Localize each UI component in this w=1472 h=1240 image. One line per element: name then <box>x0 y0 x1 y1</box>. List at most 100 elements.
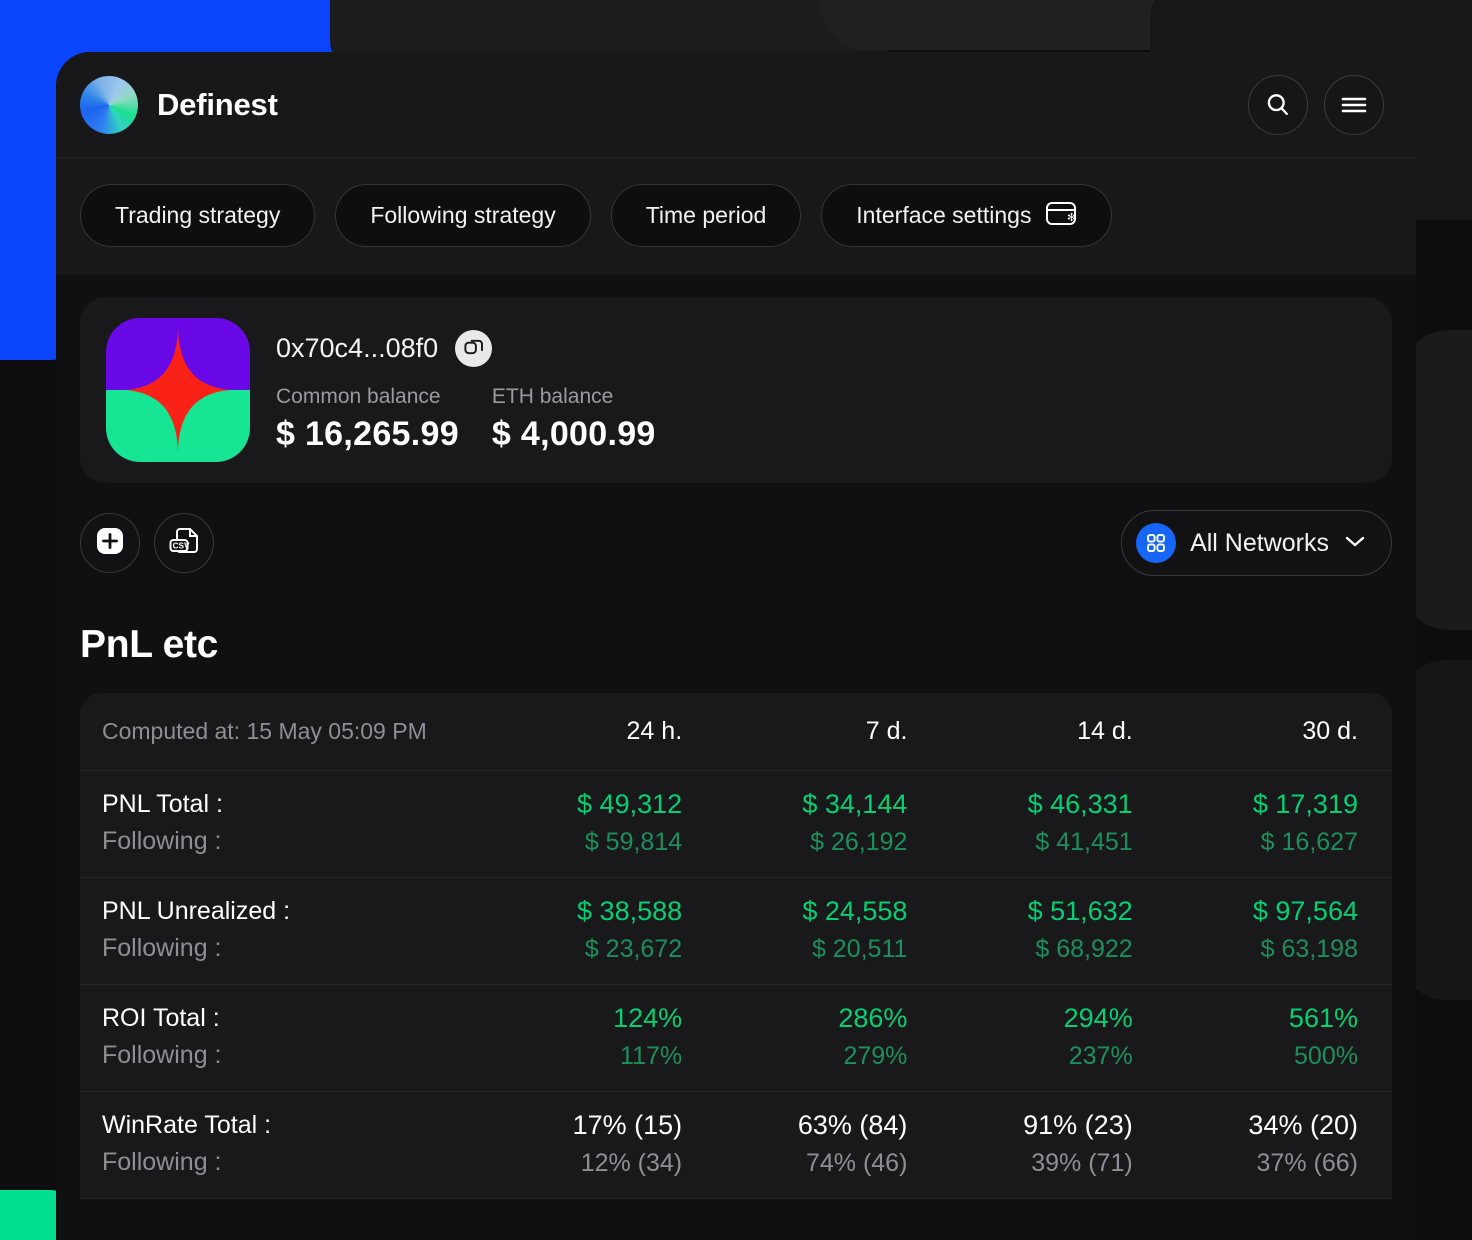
cell-following-value: 37% (66) <box>1256 1149 1358 1177</box>
eth-balance-label: ETH balance <box>491 385 614 408</box>
common-balance-value: $ 16,265.99 <box>276 415 459 453</box>
cell-following-value: $ 59,814 <box>584 828 683 856</box>
cell-total-value: $ 51,632 <box>1027 896 1133 926</box>
cell-following-value: $ 20,511 <box>811 935 908 963</box>
cell-following-value: 279% <box>843 1042 908 1070</box>
svg-text:✻: ✻ <box>1067 212 1076 224</box>
eth-balance-value: $ 4,000.99 <box>491 415 656 453</box>
cell-total-value: 17% (15) <box>572 1110 683 1140</box>
filter-pill-interface-settings[interactable]: Interface settings ✻ <box>821 184 1113 247</box>
cell-total-value: 561% <box>1288 1003 1358 1033</box>
cell-total-value: 294% <box>1063 1003 1133 1033</box>
filter-pill-label: Trading strategy <box>115 202 281 228</box>
computed-at-label: Computed at: 15 May 05:09 PM <box>102 718 427 744</box>
chevron-down-icon <box>1343 533 1367 554</box>
table-row: PNL Unrealized : Following : $ 38,588 $ … <box>80 878 1392 985</box>
cell-total-value: $ 17,319 <box>1252 789 1358 819</box>
wallet-card: 0x70c4...08f0 Common balance $ 16,265.99… <box>80 297 1392 483</box>
networks-dropdown[interactable]: All Networks <box>1121 510 1392 576</box>
screen: Definest Trading strategy Following stra… <box>0 0 1472 1240</box>
brand[interactable]: Definest <box>80 75 278 134</box>
hamburger-menu-icon <box>1340 94 1368 116</box>
definest-gradient-logo-icon <box>80 75 138 134</box>
table-row: WinRate Total : Following : 17% (15) 12%… <box>80 1092 1392 1199</box>
cell-total-value: $ 49,312 <box>577 789 683 819</box>
row-label-group: WinRate Total : Following : <box>102 1111 469 1177</box>
filter-pill-time-period[interactable]: Time period <box>610 184 802 247</box>
row-sub-label: Following : <box>102 827 222 855</box>
cell-following-value: $ 23,672 <box>584 935 683 963</box>
filter-pill-following-strategy[interactable]: Following strategy <box>335 184 591 247</box>
cell-total-value: 286% <box>838 1003 908 1033</box>
menu-button[interactable] <box>1324 74 1384 135</box>
cell-following-value: 500% <box>1294 1042 1358 1070</box>
common-balance-label: Common balance <box>276 385 441 408</box>
column-header-7d: 7 d. <box>865 717 908 745</box>
cell-total-value: 34% (20) <box>1248 1110 1358 1140</box>
row-label-group: PNL Unrealized : Following : <box>102 897 469 963</box>
eth-balance: ETH balance $ 4,000.99 <box>492 385 656 454</box>
column-header-30d: 30 d. <box>1302 717 1358 745</box>
card-star-icon: ✻ <box>1045 200 1077 232</box>
row-label: PNL Unrealized : <box>102 897 291 925</box>
page-title: PnL etc <box>80 623 219 666</box>
cell-following-value: $ 68,922 <box>1035 935 1133 963</box>
cell-following-value: $ 26,192 <box>810 828 908 856</box>
table-cell: 34% (20) 37% (66) <box>1145 1110 1370 1178</box>
cell-total-value: 124% <box>613 1003 683 1033</box>
row-sub-label: Following : <box>102 934 222 962</box>
table-cell: $ 38,588 $ 23,672 <box>469 896 694 964</box>
cell-following-value: 39% (71) <box>1031 1149 1133 1177</box>
filter-pill-label: Time period <box>645 202 767 228</box>
app-header: Definest <box>56 52 1416 158</box>
cell-total-value: $ 97,564 <box>1252 896 1358 926</box>
tools-row: CSV All Networks <box>56 483 1416 579</box>
copy-icon <box>463 336 484 362</box>
row-sub-label: Following : <box>102 1148 222 1176</box>
filter-pill-label: Interface settings <box>856 202 1032 228</box>
cell-following-value: $ 63,198 <box>1260 935 1358 963</box>
table-cell: $ 24,558 $ 20,511 <box>694 896 919 964</box>
column-header-14d: 14 d. <box>1077 717 1133 745</box>
csv-file-icon: CSV <box>167 524 201 563</box>
add-wallet-button[interactable] <box>80 513 140 573</box>
copy-address-button[interactable] <box>455 330 493 367</box>
pnl-table-wrap: Computed at: 15 May 05:09 PM 24 h. 7 d. … <box>56 693 1416 1199</box>
cell-total-value: $ 24,558 <box>802 896 908 926</box>
cell-following-value: $ 16,627 <box>1260 828 1358 856</box>
search-button[interactable] <box>1248 74 1308 135</box>
cell-total-value: 63% (84) <box>797 1110 908 1140</box>
plus-icon <box>94 525 126 562</box>
table-cell: $ 51,632 $ 68,922 <box>919 896 1144 964</box>
cell-total-value: $ 38,588 <box>577 896 683 926</box>
row-label: PNL Total : <box>102 790 223 818</box>
cell-following-value: 237% <box>1068 1042 1133 1070</box>
cell-following-value: $ 41,451 <box>1035 828 1133 856</box>
column-header-24h: 24 h. <box>626 717 683 745</box>
row-label-group: PNL Total : Following : <box>102 790 469 856</box>
wallet-section: 0x70c4...08f0 Common balance $ 16,265.99… <box>56 275 1416 483</box>
table-cell: $ 17,319 $ 16,627 <box>1145 789 1370 857</box>
cell-total-value: $ 34,144 <box>802 789 908 819</box>
cell-following-value: 74% (46) <box>805 1149 908 1177</box>
filter-pill-trading-strategy[interactable]: Trading strategy <box>80 184 316 247</box>
brand-name: Definest <box>157 86 278 122</box>
filter-pill-row: Trading strategy Following strategy Time… <box>56 158 1416 275</box>
cell-following-value: 117% <box>620 1042 683 1070</box>
wallet-avatar-star-icon <box>126 325 230 455</box>
table-cell: 561% 500% <box>1145 1003 1370 1071</box>
row-sub-label: Following : <box>102 1041 222 1069</box>
table-cell: 294% 237% <box>919 1003 1144 1071</box>
search-icon <box>1264 91 1292 119</box>
export-csv-button[interactable]: CSV <box>154 513 214 573</box>
pnl-table: Computed at: 15 May 05:09 PM 24 h. 7 d. … <box>80 693 1392 1199</box>
table-cell: 286% 279% <box>694 1003 919 1071</box>
common-balance: Common balance $ 16,265.99 <box>276 385 459 454</box>
filter-pill-label: Following strategy <box>370 202 556 228</box>
table-cell: 17% (15) 12% (34) <box>469 1110 694 1178</box>
grid-networks-icon <box>1136 523 1177 563</box>
table-cell: $ 97,564 $ 63,198 <box>1145 896 1370 964</box>
svg-text:CSV: CSV <box>173 541 190 550</box>
cell-total-value: 91% (23) <box>1023 1110 1133 1140</box>
header-actions <box>1248 74 1384 135</box>
